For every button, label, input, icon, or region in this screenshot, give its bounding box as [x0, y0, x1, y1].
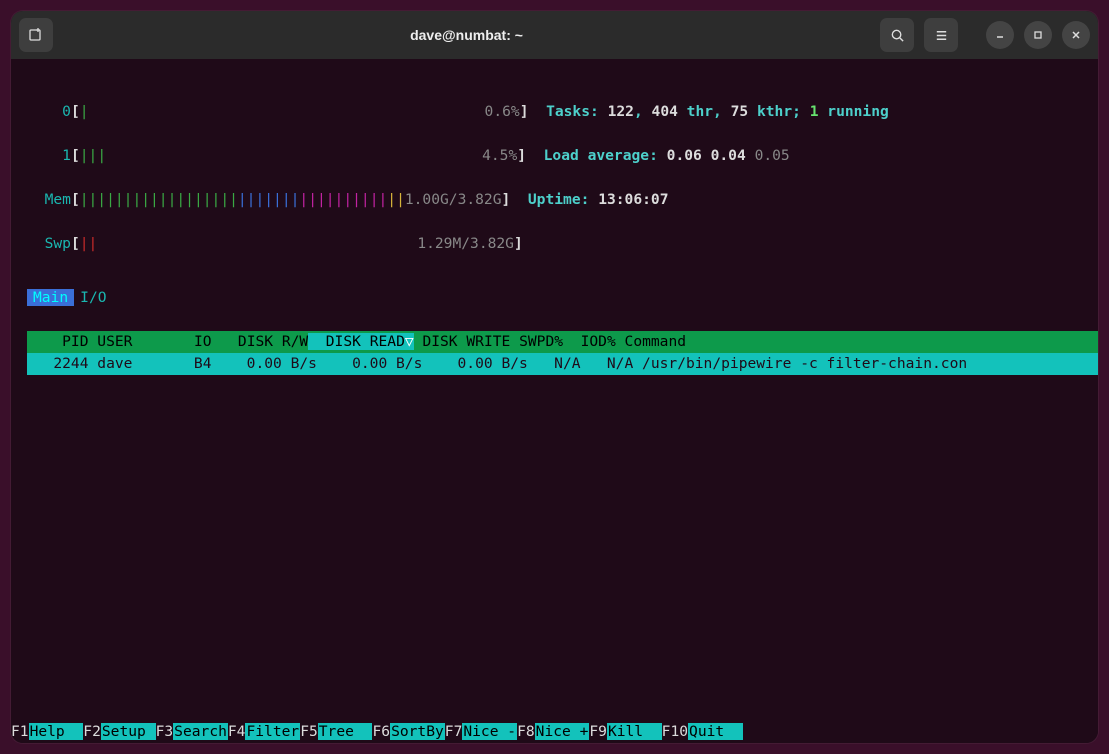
col-pid: PID [27, 333, 89, 350]
cpu0-meter: 0[|0.6%] Tasks: 122, 404 thr, 75 kthr; 1… [27, 101, 1098, 123]
fkey-F2[interactable]: F2 [83, 723, 101, 740]
fkey-F10-label[interactable]: Quit [688, 723, 743, 740]
load-avg-label: Load average: [544, 147, 667, 164]
process-list[interactable]: 2244 dave B4 0.00 B/s 0.00 B/s 0.00 B/s … [27, 353, 1098, 375]
fkey-F10[interactable]: F10 [662, 723, 688, 740]
col-disk-rw: DISK R/W [212, 333, 309, 350]
new-tab-button[interactable] [19, 18, 53, 52]
fkey-F3-label[interactable]: Search [173, 723, 228, 740]
tabs: MainI/O [27, 287, 1098, 309]
col-swpd: SWPD% [510, 333, 563, 350]
fkey-F1[interactable]: F1 [11, 723, 29, 740]
fkey-F7-label[interactable]: Nice - [462, 723, 517, 740]
sort-desc-icon: ▽ [405, 333, 414, 350]
tasks-label: Tasks: [546, 103, 608, 120]
function-keys: F1Help F2Setup F3SearchF4FilterF5Tree F6… [11, 721, 1098, 743]
fkey-F4-label[interactable]: Filter [245, 723, 300, 740]
fkey-F2-label[interactable]: Setup [101, 723, 156, 740]
mem-meter: Mem[||||||||||||||||||||||||||||||||||||… [27, 189, 1098, 211]
menu-button[interactable] [924, 18, 958, 52]
fkey-F6-label[interactable]: SortBy [390, 723, 445, 740]
cpu1-meter: 1[|||4.5%] Load average: 0.06 0.04 0.05 [27, 145, 1098, 167]
col-user: USER [89, 333, 177, 350]
fkey-F5[interactable]: F5 [300, 723, 318, 740]
tab-main[interactable]: Main [27, 289, 74, 306]
titlebar: dave@numbat: ~ [11, 11, 1098, 59]
process-row[interactable]: 2244 dave B4 0.00 B/s 0.00 B/s 0.00 B/s … [27, 353, 1098, 375]
search-button[interactable] [880, 18, 914, 52]
fkey-F8[interactable]: F8 [517, 723, 535, 740]
fkey-F9-label[interactable]: Kill [607, 723, 662, 740]
minimize-button[interactable] [986, 21, 1014, 49]
col-io: IO [176, 333, 211, 350]
terminal-window: dave@numbat: ~ 0[|0.6%] Tasks: 122, 404 … [11, 11, 1098, 743]
window-title: dave@numbat: ~ [59, 27, 874, 43]
fkey-F9[interactable]: F9 [589, 723, 607, 740]
fkey-F8-label[interactable]: Nice + [535, 723, 590, 740]
terminal-area[interactable]: 0[|0.6%] Tasks: 122, 404 thr, 75 kthr; 1… [11, 59, 1098, 743]
uptime-label: Uptime: [528, 191, 598, 208]
col-iod: IOD% [563, 333, 616, 350]
maximize-button[interactable] [1024, 21, 1052, 49]
fkey-F7[interactable]: F7 [445, 723, 463, 740]
col-disk-write: DISK WRITE [414, 333, 511, 350]
close-button[interactable] [1062, 21, 1090, 49]
swp-meter: Swp[||1.29M/3.82G] [27, 233, 1098, 255]
col-disk-read: DISK READ [308, 333, 405, 350]
fkey-F3[interactable]: F3 [156, 723, 174, 740]
fkey-F5-label[interactable]: Tree [318, 723, 373, 740]
tab-io[interactable]: I/O [74, 289, 112, 306]
column-headers[interactable]: PID USER IO DISK R/W DISK READ▽ DISK WRI… [27, 331, 1098, 353]
col-command: Command [616, 333, 686, 350]
fkey-F4[interactable]: F4 [228, 723, 246, 740]
fkey-F6[interactable]: F6 [372, 723, 390, 740]
fkey-F1-label[interactable]: Help [29, 723, 84, 740]
